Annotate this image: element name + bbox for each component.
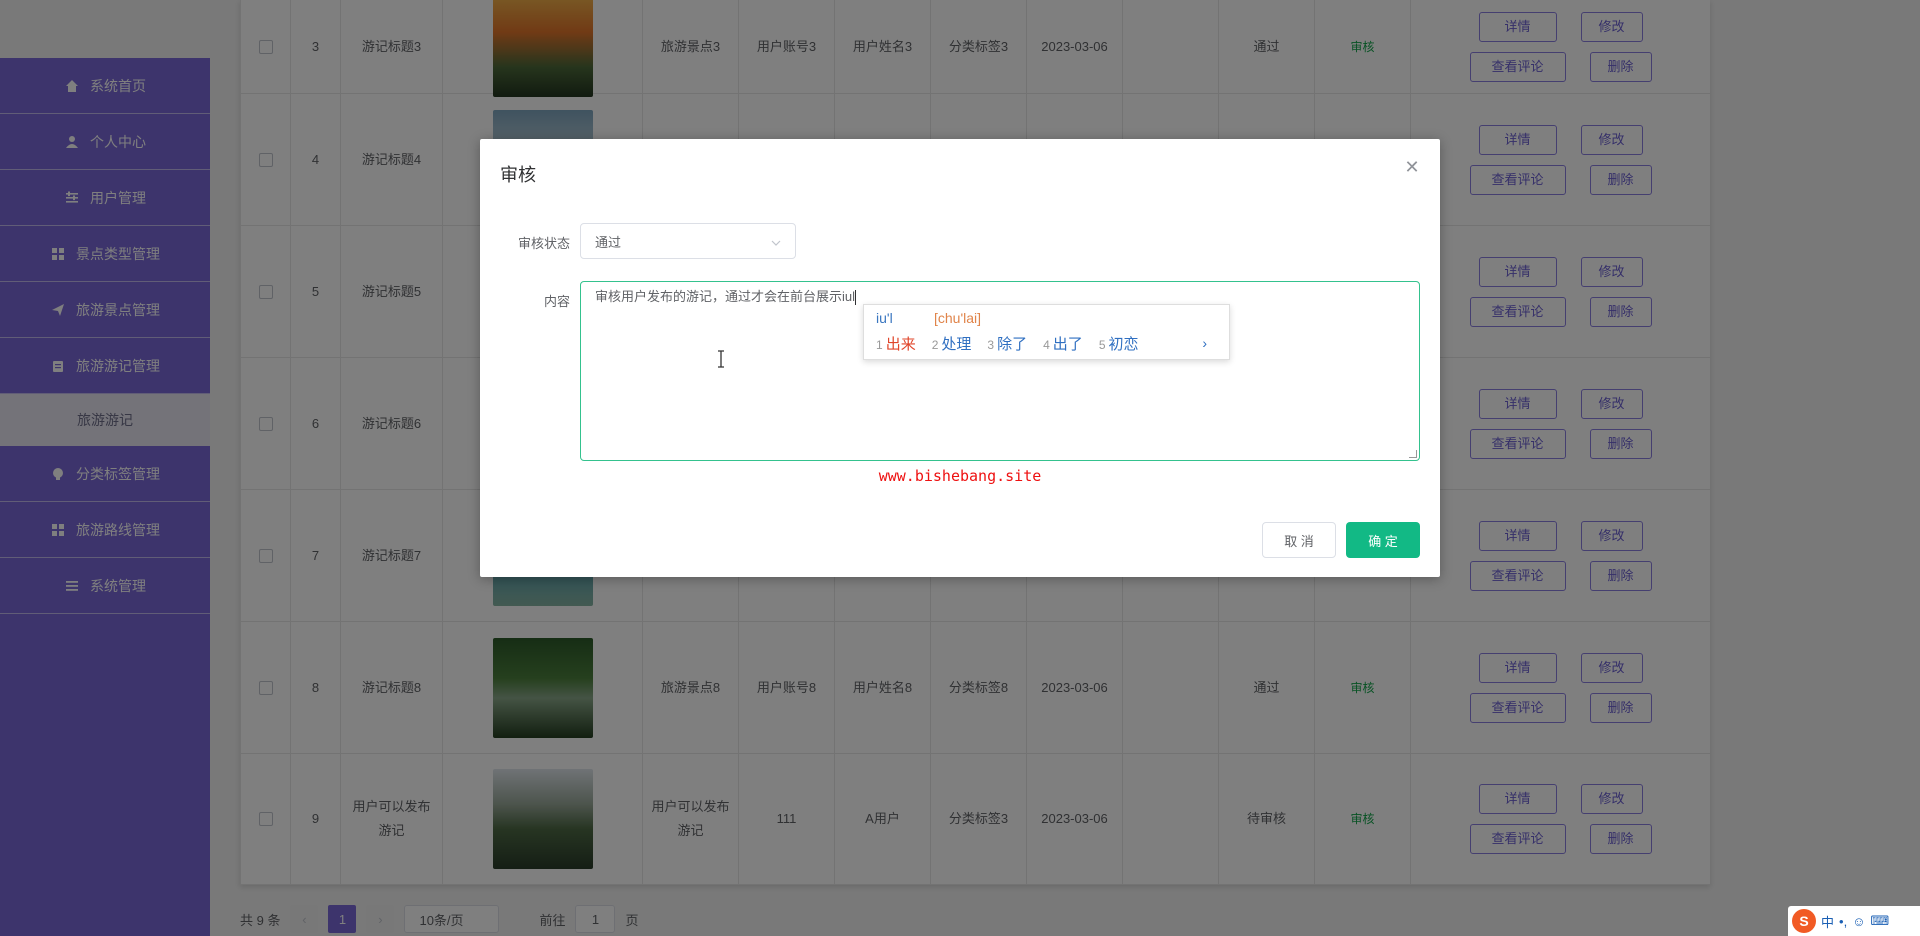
ime-candidate[interactable]: 1 出来 — [876, 333, 916, 354]
ime-toolbar: S 中 •, ☺ ⌨ — [1788, 906, 1920, 936]
audit-status-value: 通过 — [595, 234, 622, 250]
ime-candidates: 1 出来 2 处理 3 除了 4 出了 5 初恋 — [876, 333, 1139, 354]
sogou-logo-icon[interactable]: S — [1792, 909, 1816, 933]
ime-candidate[interactable]: 3 除了 — [987, 333, 1027, 354]
textarea-value: 审核用户发布的游记，通过才会在前台展示iul — [595, 289, 856, 304]
ime-candidate[interactable]: 4 出了 — [1043, 333, 1083, 354]
ime-punctuation-toggle[interactable]: •, — [1839, 914, 1847, 929]
keyboard-icon[interactable]: ⌨ — [1870, 913, 1889, 929]
text-caret — [855, 290, 857, 306]
ime-next-page-button[interactable]: › — [1202, 335, 1207, 351]
status-label: 审核状态 — [517, 236, 570, 251]
emoji-icon[interactable]: ☺ — [1852, 914, 1865, 929]
confirm-button[interactable]: 确 定 — [1346, 522, 1420, 558]
watermark-text: www.bishebang.site — [878, 467, 1042, 485]
ime-candidate[interactable]: 5 初恋 — [1099, 333, 1139, 354]
audit-status-select[interactable]: 通过 — [580, 223, 796, 259]
ime-candidate-window: iu'l [chu'lai] 1 出来 2 处理 3 除了 4 出了 5 初恋 › — [863, 304, 1230, 360]
content-label: 内容 — [543, 294, 570, 309]
chevron-down-icon — [771, 234, 781, 249]
ime-candidate[interactable]: 2 处理 — [932, 333, 972, 354]
close-icon[interactable]: ✕ — [1402, 157, 1422, 177]
ime-language-toggle[interactable]: 中 — [1821, 912, 1834, 931]
ime-composition: iu'l — [876, 310, 893, 326]
ime-pinyin: [chu'lai] — [934, 310, 982, 326]
dialog-title: 审核 — [500, 165, 536, 185]
resize-handle[interactable] — [1409, 450, 1417, 458]
text-cursor-icon — [718, 350, 724, 368]
cancel-button[interactable]: 取 消 — [1262, 522, 1336, 558]
